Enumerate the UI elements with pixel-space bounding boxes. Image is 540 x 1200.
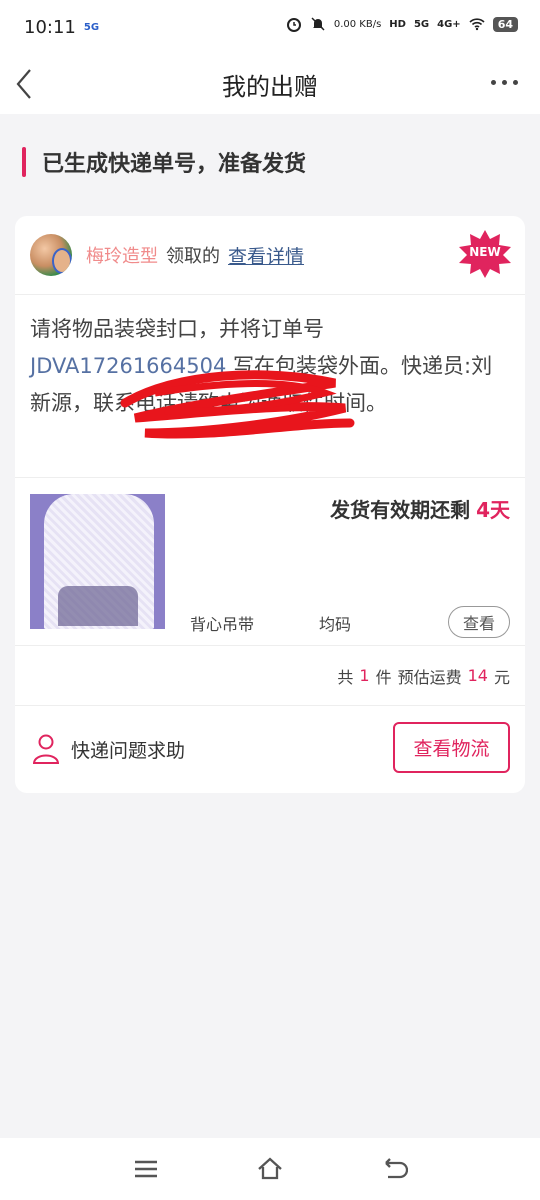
new-badge-label: NEW bbox=[469, 245, 501, 259]
courier-help-link[interactable]: 快递问题求助 bbox=[71, 736, 185, 763]
network-speed: 0.00 KB/s bbox=[333, 18, 382, 30]
carrier-label: 5G bbox=[83, 21, 100, 33]
status-heading-text: 已生成快递单号，准备发货 bbox=[42, 152, 307, 177]
view-item-button[interactable]: 查看 bbox=[448, 606, 510, 638]
view-details-link[interactable]: 查看详情 bbox=[228, 242, 304, 269]
order-card: 梅玲造型 领取的 查看详情 NEW 请将物品装袋封口，并将订单号 JDVA172… bbox=[15, 216, 525, 793]
goods-row: 发货有效期还剩 4天 背心吊带 均码 查看 bbox=[15, 478, 525, 646]
signal-4g-label: 4G+ bbox=[437, 18, 461, 30]
ship-deadline: 发货有效期还剩 4天 bbox=[330, 494, 510, 523]
instruction-part1: 请将物品装袋封口，并将订单号 bbox=[30, 317, 324, 341]
count-unit: 件 bbox=[375, 667, 392, 687]
fee-unit: 元 bbox=[493, 667, 510, 687]
chevron-left-icon[interactable] bbox=[14, 66, 34, 102]
expire-days: 4天 bbox=[476, 498, 510, 522]
giver-name[interactable]: 梅玲造型 bbox=[86, 242, 158, 268]
shipping-instructions: 请将物品装袋封口，并将订单号 JDVA17261664504 写在包装袋外面。快… bbox=[15, 295, 525, 478]
wifi-icon bbox=[469, 18, 485, 31]
hd-label: HD bbox=[389, 18, 406, 30]
redaction-scribble bbox=[120, 370, 355, 439]
receive-text: 领取的 bbox=[166, 246, 220, 267]
home-icon[interactable] bbox=[256, 1155, 284, 1183]
alarm-icon bbox=[286, 18, 301, 32]
item-size: 均码 bbox=[319, 615, 352, 634]
mute-bell-icon bbox=[311, 17, 325, 31]
giver-row: 梅玲造型 领取的 查看详情 NEW bbox=[15, 216, 525, 295]
expire-label: 发货有效期还剩 bbox=[330, 498, 471, 522]
summary-prefix: 共 bbox=[337, 667, 354, 687]
view-logistics-button[interactable]: 查看物流 bbox=[393, 722, 510, 773]
more-dots-icon[interactable] bbox=[491, 80, 518, 85]
menu-icon[interactable] bbox=[132, 1155, 160, 1183]
system-nav-bar bbox=[0, 1138, 540, 1200]
item-thumbnail[interactable] bbox=[30, 494, 165, 629]
status-icons: 0.00 KB/s HD 5G 4G+ 64 bbox=[286, 16, 518, 32]
signal-5g-label: 5G bbox=[413, 18, 430, 30]
person-outline-icon[interactable] bbox=[33, 734, 59, 764]
page-title: 我的出赠 bbox=[222, 72, 318, 101]
shipping-fee: 14 bbox=[467, 666, 488, 685]
new-badge: NEW bbox=[459, 230, 511, 278]
help-row: 快递问题求助 查看物流 bbox=[15, 706, 525, 792]
accent-bar bbox=[22, 147, 26, 177]
status-heading: 已生成快递单号，准备发货 bbox=[22, 146, 540, 178]
item-variant: 背心吊带 bbox=[190, 615, 255, 634]
item-count: 1 bbox=[359, 666, 370, 685]
status-bar: 10:11 5G 0.00 KB/s HD 5G 4G+ 64 bbox=[0, 0, 540, 54]
fee-label: 预估运费 bbox=[397, 667, 462, 687]
order-summary: 共 1 件 预估运费 14 元 bbox=[15, 646, 525, 706]
back-arrow-icon[interactable] bbox=[380, 1155, 408, 1183]
avatar[interactable] bbox=[30, 234, 72, 276]
nav-bar: 我的出赠 bbox=[0, 54, 540, 114]
status-time: 10:11 bbox=[24, 16, 76, 38]
battery-indicator: 64 bbox=[492, 16, 518, 32]
